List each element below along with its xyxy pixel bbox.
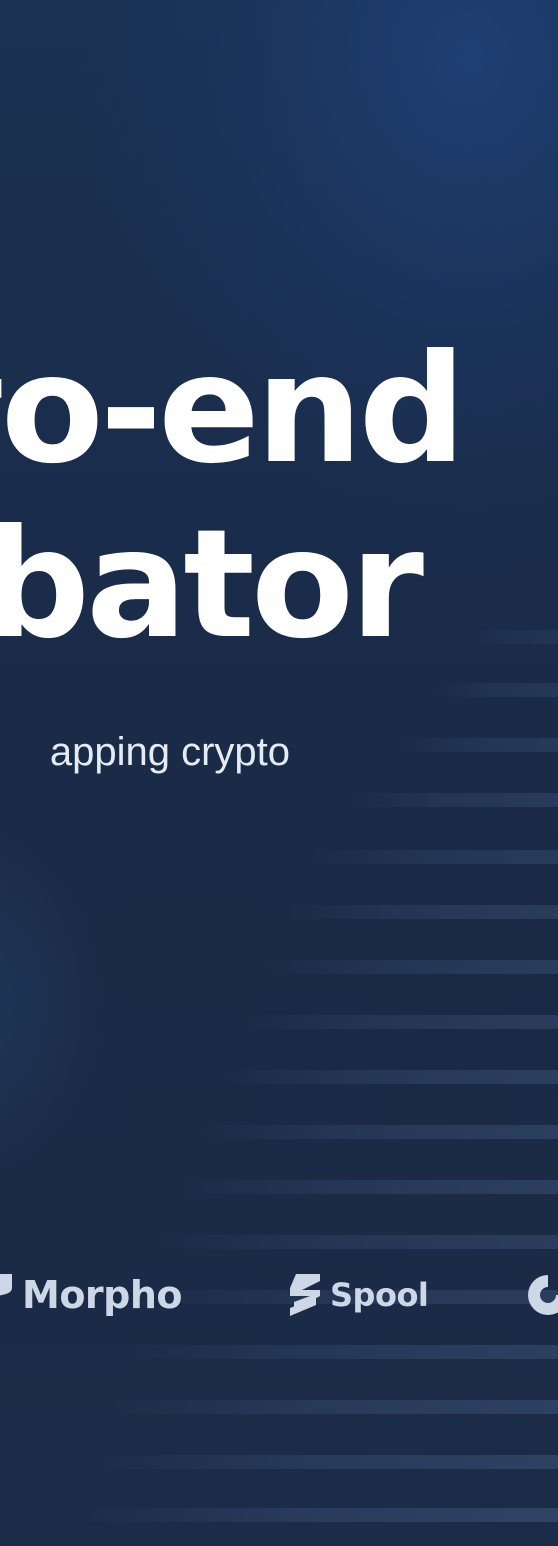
decorative-stripe [278, 905, 558, 919]
hero-subtitle: apping crypto [49, 730, 290, 774]
morpho-logo-icon [0, 1274, 12, 1296]
partner-name: Spool [330, 1276, 429, 1314]
hero-section: to-end ubator apping crypto Morpho Spool [0, 0, 558, 1546]
partner-logo-third [524, 1245, 558, 1345]
decorative-stripe [218, 1070, 558, 1084]
partner-logos: Morpho Spool [0, 1245, 558, 1345]
decorative-stripe [118, 1345, 558, 1359]
decorative-stripe [438, 683, 558, 697]
decorative-stripe [308, 850, 558, 864]
partner-logo-morpho: Morpho [0, 1245, 183, 1345]
decorative-stripe [98, 1400, 558, 1414]
partner-logo-spool: Spool [286, 1245, 429, 1345]
decorative-stripe [238, 1015, 558, 1029]
decorative-stripe [398, 738, 558, 752]
decorative-stripe [178, 1180, 558, 1194]
headline-line-1: to-end [0, 323, 466, 497]
headline-line-2: ubator [0, 498, 424, 672]
decorative-stripe [78, 1508, 558, 1522]
decorative-stripe [468, 630, 558, 644]
spool-logo-icon [290, 1274, 320, 1316]
decorative-stripe [258, 960, 558, 974]
decorative-stripe [198, 1125, 558, 1139]
decorative-stripe [348, 793, 558, 807]
partner-logo-icon [528, 1275, 558, 1315]
decorative-stripe [88, 1455, 558, 1469]
partner-name: Morpho [22, 1273, 183, 1317]
